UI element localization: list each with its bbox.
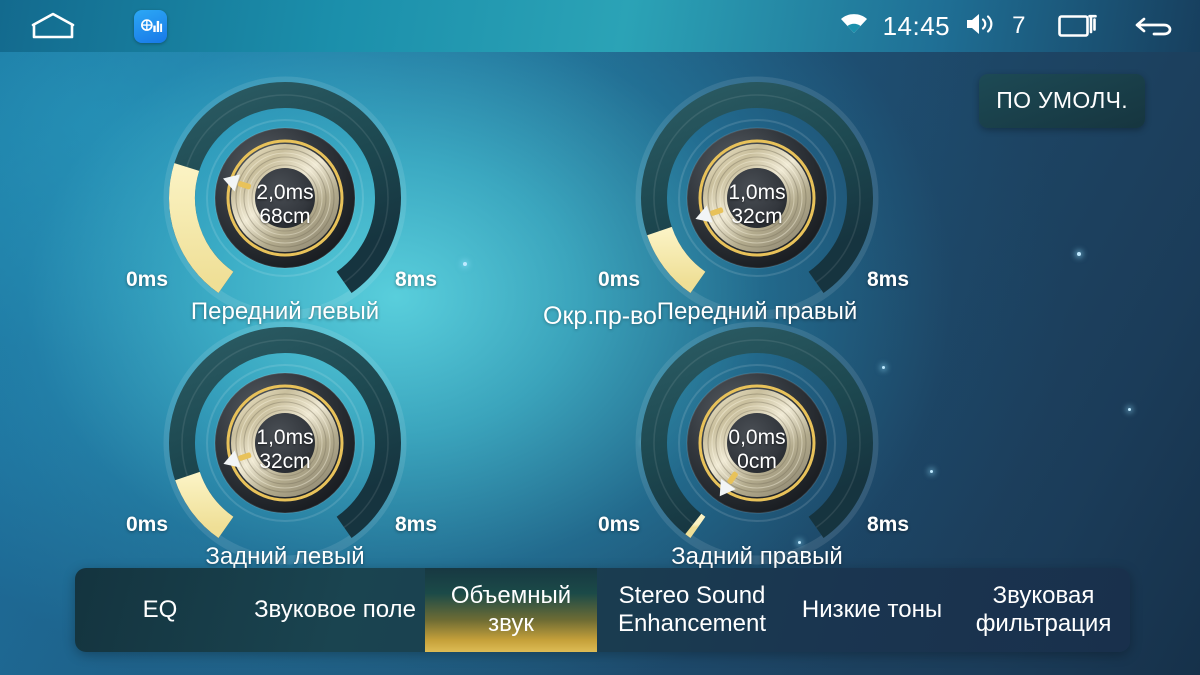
settings-tab-bar: EQ Звуковое поле Объемный звук Stereo So… xyxy=(75,568,1130,652)
knob-min-label: 0ms xyxy=(598,513,641,536)
status-bar: 14:45 7 xyxy=(0,0,1200,52)
equalizer-app-icon[interactable] xyxy=(134,9,167,43)
tab-bass[interactable]: Низкие тоны xyxy=(787,568,957,652)
recent-apps-icon[interactable] xyxy=(1058,10,1100,43)
knob-fill-arc xyxy=(685,513,706,539)
home-icon[interactable] xyxy=(30,11,76,41)
knob-min-label: 0ms xyxy=(126,513,169,536)
knob-max-label: 8ms xyxy=(867,268,910,291)
wifi-icon[interactable] xyxy=(839,11,869,42)
tab-stereo-sound-enhancement[interactable]: Stereo Sound Enhancement xyxy=(597,568,787,652)
tab-sound-filtering[interactable]: Звуковая фильтрация xyxy=(957,568,1130,652)
knob-rear-left: 1,0ms 32cm 0ms 8ms Задний левый xyxy=(126,315,437,585)
back-arrow-icon[interactable] xyxy=(1134,10,1178,43)
knob-rear-right: 0,0ms 0cm 0ms 8ms Задний правый xyxy=(598,315,909,585)
tab-eq[interactable]: EQ xyxy=(75,568,245,652)
background-speck xyxy=(1077,252,1081,256)
status-icons-group: 14:45 7 xyxy=(839,10,1178,43)
knob-max-label: 8ms xyxy=(395,513,438,536)
knob-min-label: 0ms xyxy=(598,268,641,291)
volume-icon[interactable] xyxy=(964,11,998,42)
surround-center-label: Окр.пр-во xyxy=(543,302,657,330)
background-speck xyxy=(930,470,933,473)
default-button[interactable]: ПО УМОЛЧ. xyxy=(979,74,1145,128)
tab-surround-sound[interactable]: Объемный звук xyxy=(425,568,597,652)
knob-front-right: 1,0ms 32cm 0ms 8ms Передний правый xyxy=(598,70,909,340)
knob-min-label: 0ms xyxy=(126,268,169,291)
clock: 14:45 xyxy=(882,10,951,41)
knob-max-label: 8ms xyxy=(867,513,910,536)
surround-sound-settings-screen: 14:45 7 ПО УМОЛЧ. Окр.пр-во 2,0ms 68cm 0… xyxy=(0,0,1200,675)
knob-channel-label: Задний правый xyxy=(671,543,843,570)
background-speck xyxy=(1128,408,1131,411)
volume-level: 7 xyxy=(1012,12,1026,39)
knob-front-left: 2,0ms 68cm 0ms 8ms Передний левый xyxy=(126,70,437,340)
knob-channel-label: Задний левый xyxy=(205,543,365,570)
knob-max-label: 8ms xyxy=(395,268,438,291)
background-speck xyxy=(463,262,467,266)
tab-sound-field[interactable]: Звуковое поле xyxy=(245,568,425,652)
